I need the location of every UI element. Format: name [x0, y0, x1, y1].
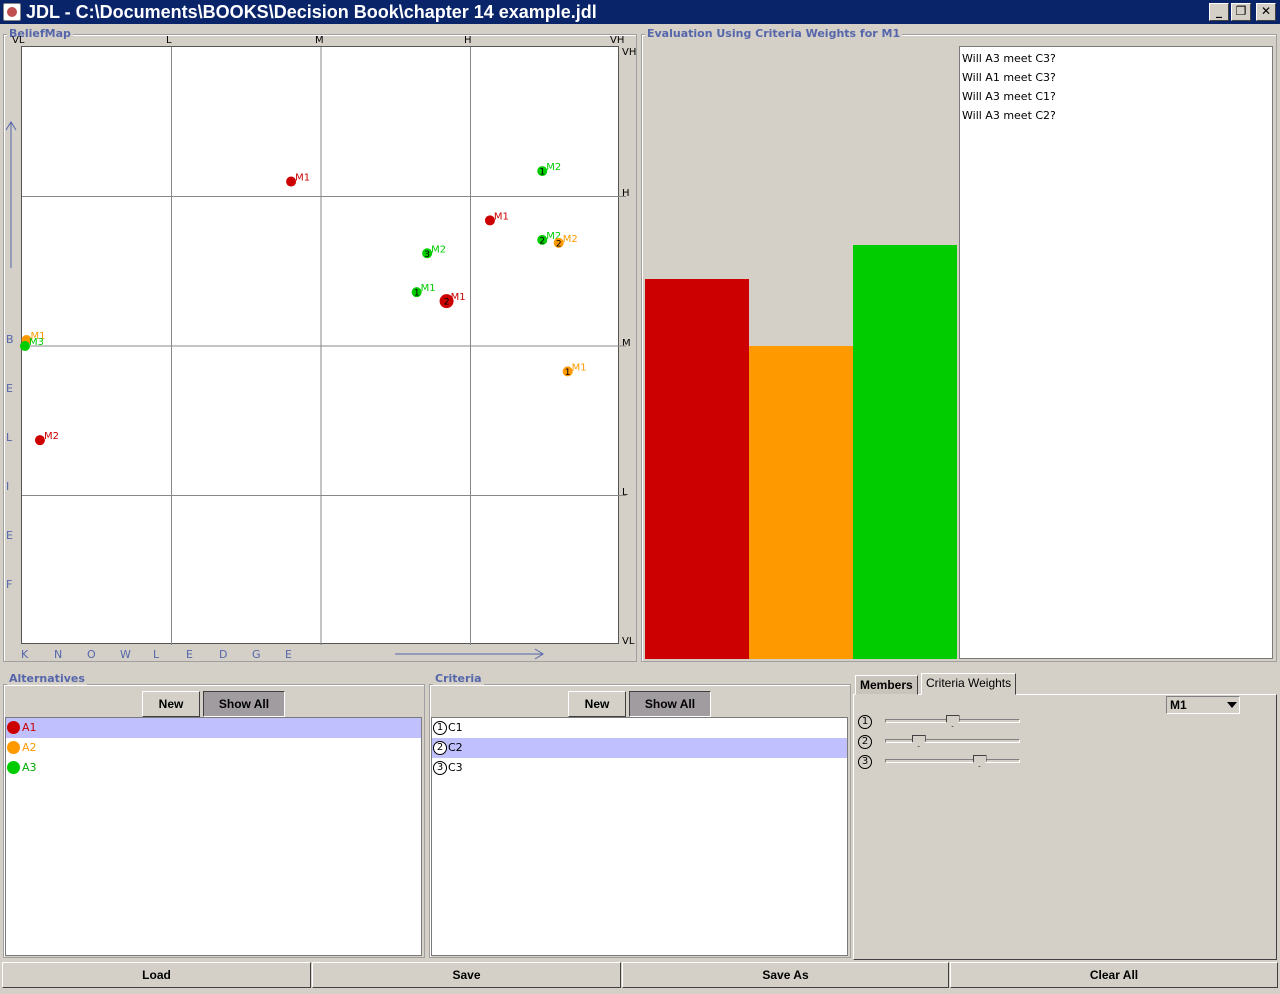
evaluation-legend: Evaluation Using Criteria Weights for M1 — [645, 27, 903, 40]
criterion-3-weight-slider[interactable] — [885, 759, 1020, 763]
weights-tab-panel — [853, 694, 1277, 960]
evaluation-bar-a1 — [645, 278, 749, 659]
belief-point-label: M2 — [44, 431, 59, 442]
save-as-button[interactable]: Save As — [622, 962, 949, 988]
new-alternative-button[interactable]: New — [142, 691, 200, 717]
question-item[interactable]: Will A1 meet C3? — [960, 70, 1272, 89]
tab-members[interactable]: Members — [855, 675, 918, 695]
show-all-alternatives-button[interactable]: Show All — [203, 691, 285, 717]
belief-point-criterion: 1 — [539, 168, 545, 178]
belief-point-label: M1 — [494, 211, 509, 222]
alternative-label: A3 — [22, 761, 37, 774]
belief-point-label: M1 — [295, 173, 310, 184]
belief-point-criterion: 2 — [444, 298, 450, 308]
alternatives-legend: Alternatives — [7, 672, 87, 685]
new-criterion-button[interactable]: New — [568, 691, 626, 717]
orange-dot-icon — [7, 741, 20, 754]
circled-number-icon: 1 — [433, 721, 447, 735]
criteria-list[interactable]: 1 C1 2 C2 3 C3 — [431, 717, 848, 956]
evaluation-bar-a3 — [853, 245, 957, 659]
evaluation-bar-a2 — [749, 346, 853, 659]
belief-point: 1 M2 — [537, 162, 561, 178]
tab-criteria-weights[interactable]: Criteria Weights — [921, 673, 1017, 695]
red-dot-icon — [7, 721, 20, 734]
belief-point-label: M3 — [29, 337, 44, 348]
alternative-item-a3[interactable]: A3 — [6, 758, 421, 778]
question-item[interactable]: Will A3 meet C3? — [960, 51, 1272, 70]
criterion-label: C2 — [448, 741, 463, 754]
belief-point-label: M2 — [431, 244, 446, 255]
belief-point: 2 M1 — [439, 292, 466, 309]
belief-point-label: M1 — [421, 283, 436, 294]
belief-point: 1 M1 — [411, 283, 436, 299]
belief-point-label: M1 — [572, 362, 587, 373]
criteria-legend: Criteria — [433, 672, 484, 685]
question-item[interactable]: Will A3 meet C1? — [960, 89, 1272, 108]
belief-point: 3 M2 — [422, 244, 446, 260]
alternative-item-a2[interactable]: A2 — [6, 738, 421, 758]
member-select-value: M1 — [1170, 698, 1187, 712]
criterion-item-c1[interactable]: 1 C1 — [432, 718, 847, 738]
belief-point-criterion: 3 — [424, 250, 430, 260]
belief-point: M2 — [34, 431, 59, 446]
belief-point-label: M2 — [563, 234, 578, 245]
belief-point-criterion: 2 — [539, 236, 545, 246]
alternative-label: A2 — [22, 741, 37, 754]
alternative-label: A1 — [22, 721, 37, 734]
belief-point-criterion: 1 — [565, 368, 571, 378]
circled-number-icon: 2 — [858, 735, 872, 749]
circled-number-icon: 2 — [433, 741, 447, 755]
circled-number-icon: 3 — [858, 755, 872, 769]
criterion-label: C3 — [448, 761, 463, 774]
belief-point: 1 M1 — [562, 362, 587, 378]
restore-button[interactable]: ❐ — [1231, 3, 1251, 21]
criterion-item-c3[interactable]: 3 C3 — [432, 758, 847, 778]
criterion-item-c2[interactable]: 2 C2 — [432, 738, 847, 758]
belief-point-label: M1 — [451, 292, 466, 303]
evaluation-bar-chart — [645, 46, 957, 659]
question-list[interactable]: Will A3 meet C3? Will A1 meet C3? Will A… — [959, 46, 1273, 659]
criterion-2-weight-slider[interactable] — [885, 739, 1020, 743]
close-button[interactable]: ✕ — [1256, 3, 1276, 21]
alternatives-list[interactable]: A1 A2 A3 — [5, 717, 422, 956]
alternative-item-a1[interactable]: A1 — [6, 718, 421, 738]
belief-point-criterion: 2 — [556, 239, 562, 249]
show-all-criteria-button[interactable]: Show All — [629, 691, 711, 717]
belief-map-plot[interactable]: M1 M1 2 M1 M2 1 M2 2 M2 3 M2 1 M1 2 M2 1 M1 M1 M3 — [19, 46, 626, 645]
question-item[interactable]: Will A3 meet C2? — [960, 108, 1272, 127]
circled-number-icon: 3 — [433, 761, 447, 775]
minimize-button[interactable]: _ — [1209, 3, 1229, 21]
chevron-down-icon — [1227, 702, 1237, 708]
circled-number-icon: 1 — [858, 715, 872, 729]
green-dot-icon — [7, 761, 20, 774]
save-button[interactable]: Save — [312, 962, 621, 988]
clear-all-button[interactable]: Clear All — [950, 962, 1278, 988]
belief-map-svg: M1M12 M1M21 M22 M23 M21 M12 M21 M1M1M3 — [19, 47, 626, 645]
load-button[interactable]: Load — [2, 962, 311, 988]
belief-point: M1 — [484, 211, 509, 226]
belief-point-label: M2 — [546, 162, 561, 173]
criterion-label: C1 — [448, 721, 463, 734]
member-select[interactable]: M1 — [1166, 696, 1240, 714]
belief-point-criterion: 1 — [414, 289, 420, 299]
belief-point: M1 — [286, 173, 310, 187]
